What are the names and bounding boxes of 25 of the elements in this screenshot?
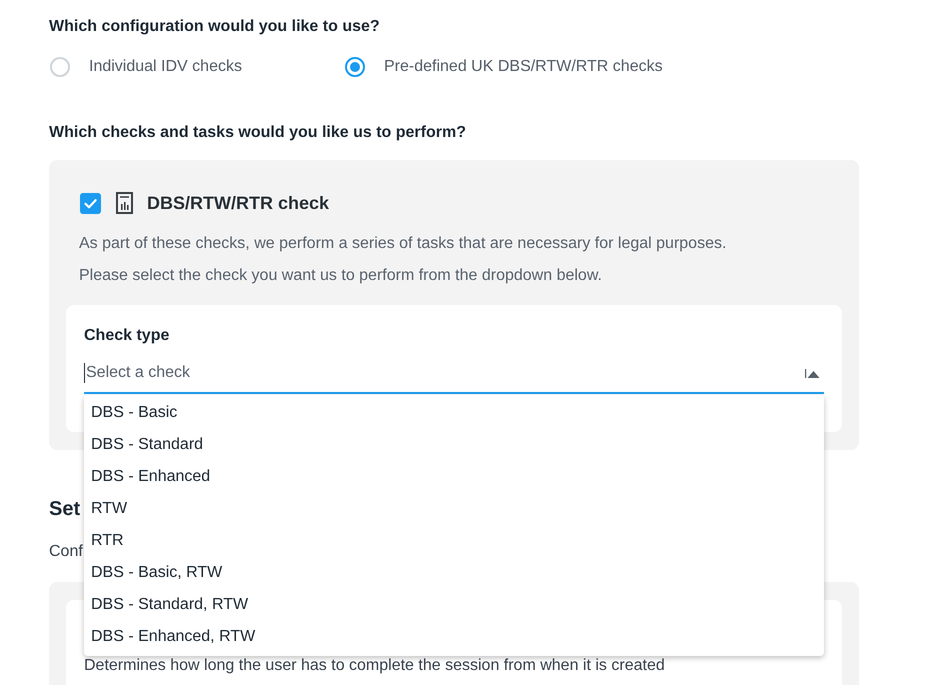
question-heading: Which configuration would you like to use? <box>49 17 380 37</box>
check-title: DBS/RTW/RTR check <box>147 192 330 215</box>
description-text: As part of these checks, we perform a series of tasks that are necessary for legal purposes. <box>79 234 726 254</box>
dropdown-option[interactable]: RTR <box>84 525 824 557</box>
description-text: Please select the check you want us to perform from the dropdown below. <box>79 266 602 286</box>
field-label: Check type <box>84 326 170 346</box>
caret-up-icon[interactable] <box>805 368 820 378</box>
question-heading: Which checks and tasks would you like us to perform? <box>49 123 466 143</box>
chart-document-icon <box>116 192 133 214</box>
radio-button[interactable] <box>50 57 70 77</box>
dropdown-option[interactable]: DBS - Standard <box>84 429 824 461</box>
dropdown-option[interactable]: RTW <box>84 493 824 525</box>
dropdown-option[interactable]: DBS - Enhanced, RTW <box>84 621 824 653</box>
dropdown-option[interactable]: DBS - Basic, RTW <box>84 557 824 589</box>
radio-label[interactable]: Pre-defined UK DBS/RTW/RTR checks <box>384 55 663 79</box>
radio-button[interactable] <box>345 57 365 77</box>
dropdown-option[interactable]: DBS - Standard, RTW <box>84 589 824 621</box>
section-text: Conf <box>49 542 83 562</box>
checkbox[interactable] <box>80 192 101 214</box>
dropdown-option[interactable]: DBS - Basic <box>84 397 824 429</box>
text-cursor-icon <box>84 363 85 383</box>
setting-description: Determines how long the user has to complete the session from when it is created <box>84 656 665 676</box>
radio-label[interactable]: Individual IDV checks <box>89 55 242 79</box>
dropdown-option[interactable]: DBS - Enhanced <box>84 461 824 493</box>
section-heading: Set <box>49 497 80 522</box>
